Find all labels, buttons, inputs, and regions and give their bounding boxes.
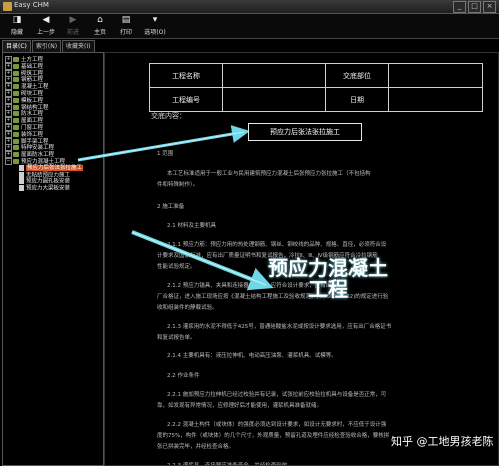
arrow-highlight (131, 231, 267, 286)
watermark: 知乎 @工地男孩老陈 (391, 435, 494, 448)
overlay-title: 预应力混凝土 工程 (268, 256, 388, 301)
callout-box: 预应力后张法张拉施工 (248, 123, 362, 141)
annotation-arrows (77, 125, 274, 291)
arrow-highlight (77, 131, 245, 161)
